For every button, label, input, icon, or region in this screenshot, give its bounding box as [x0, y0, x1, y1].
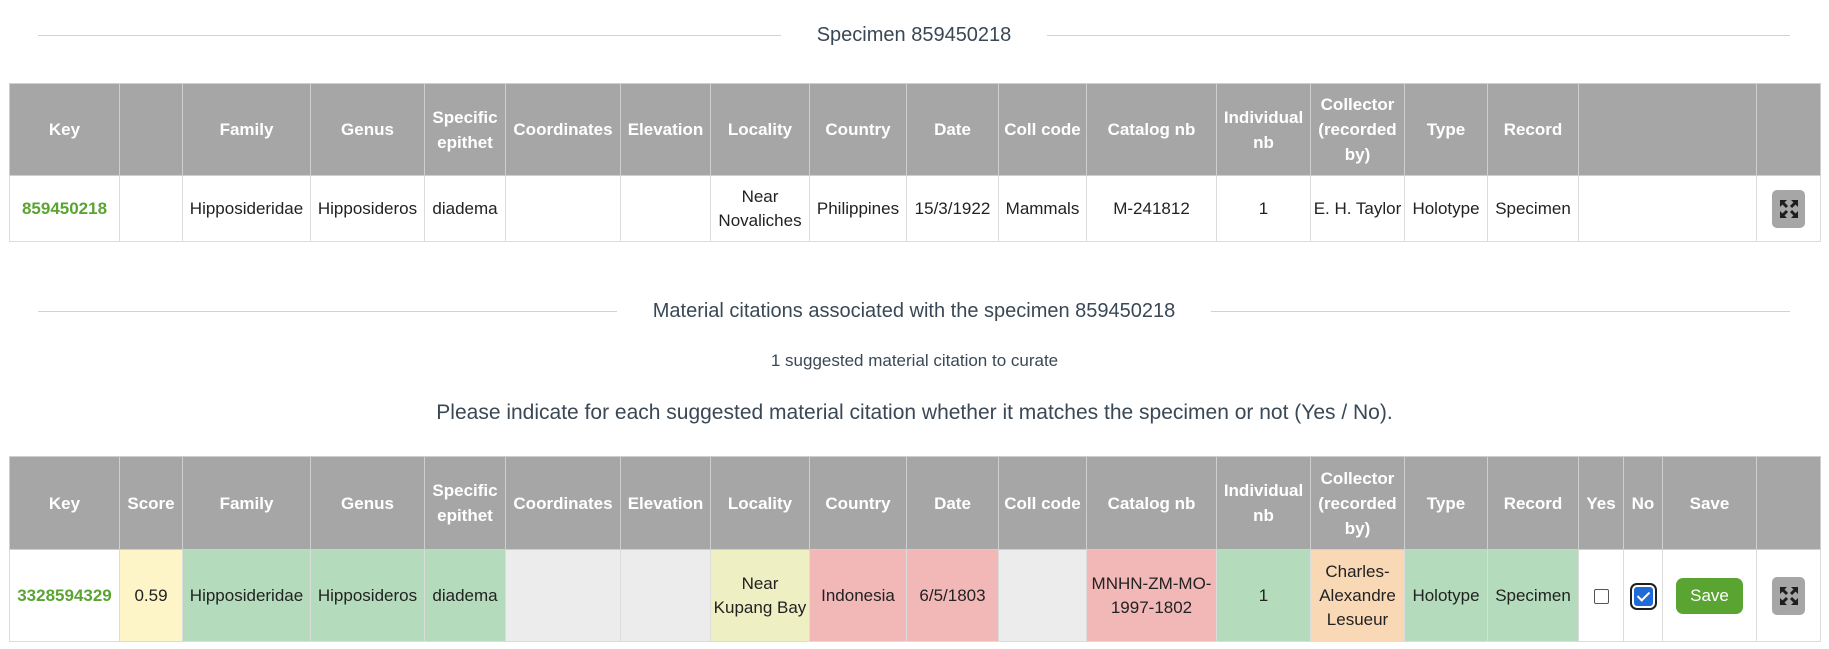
header-individual-nb[interactable]: Individual nb — [1216, 83, 1311, 176]
expand-arrows-icon — [1779, 586, 1798, 605]
header-empty — [1578, 83, 1757, 176]
header-score[interactable]: Score — [119, 456, 183, 550]
header-record[interactable]: Record — [1487, 456, 1579, 550]
cell-genus: Hipposideros — [310, 175, 425, 242]
citation-table: Key Score Family Genus Specific epithet … — [9, 456, 1821, 642]
header-coordinates[interactable]: Coordinates — [505, 83, 621, 176]
instruction-text: Please indicate for each suggested mater… — [436, 401, 1393, 424]
cell-actions — [1756, 175, 1821, 242]
citations-count-text: 1 suggested material citation to curate — [770, 351, 1059, 370]
header-coll-code[interactable]: Coll code — [998, 456, 1087, 550]
header-genus[interactable]: Genus — [310, 456, 425, 550]
no-checkbox[interactable] — [1633, 586, 1653, 606]
cell-blank — [119, 175, 183, 242]
header-collector[interactable]: Collector (recorded by) — [1310, 456, 1405, 550]
header-elevation[interactable]: Elevation — [620, 83, 711, 176]
cell-elevation — [620, 549, 711, 642]
header-specific-epithet[interactable]: Specific epithet — [424, 83, 506, 176]
cell-locality: Near Novaliches — [710, 175, 810, 242]
cell-date: 6/5/1803 — [906, 549, 999, 642]
cell-coll-code — [998, 549, 1087, 642]
cell-actions — [1756, 549, 1821, 642]
cell-coordinates — [505, 549, 621, 642]
table-row: 3328594329 0.59 Hipposideridae Hipposide… — [9, 549, 1821, 642]
expand-button[interactable] — [1772, 576, 1805, 615]
cell-record: Specimen — [1487, 549, 1579, 642]
header-save: Save — [1662, 456, 1757, 550]
header-yes: Yes — [1578, 456, 1624, 550]
cell-specific-epithet: diadema — [424, 175, 506, 242]
header-catalog-nb[interactable]: Catalog nb — [1086, 83, 1217, 176]
cell-record: Specimen — [1487, 175, 1579, 242]
specimen-key-link[interactable]: 859450218 — [9, 175, 120, 242]
header-family[interactable]: Family — [182, 83, 311, 176]
cell-family: Hipposideridae — [182, 549, 311, 642]
specimen-table: Key Family Genus Specific epithet Coordi… — [9, 83, 1821, 242]
header-locality[interactable]: Locality — [710, 83, 810, 176]
header-record[interactable]: Record — [1487, 83, 1579, 176]
cell-type: Holotype — [1404, 175, 1488, 242]
header-blank — [119, 83, 183, 176]
header-coll-code[interactable]: Coll code — [998, 83, 1087, 176]
cell-individual-nb: 1 — [1216, 175, 1311, 242]
header-collector[interactable]: Collector (recorded by) — [1310, 83, 1405, 176]
table-row: 859450218 Hipposideridae Hipposideros di… — [9, 175, 1821, 242]
cell-collector: Charles-Alexandre Lesueur — [1310, 549, 1405, 642]
yes-checkbox[interactable] — [1593, 588, 1609, 604]
cell-type: Holotype — [1404, 549, 1488, 642]
header-type[interactable]: Type — [1404, 83, 1488, 176]
header-catalog-nb[interactable]: Catalog nb — [1086, 456, 1217, 550]
cell-score: 0.59 — [119, 549, 183, 642]
cell-yes — [1578, 549, 1624, 642]
cell-catalog-nb: MNHN-ZM-MO-1997-1802 — [1086, 549, 1217, 642]
header-locality[interactable]: Locality — [710, 456, 810, 550]
header-no: No — [1623, 456, 1663, 550]
header-elevation[interactable]: Elevation — [620, 456, 711, 550]
divider-line — [1211, 311, 1790, 312]
table-header-row: Key Family Genus Specific epithet Coordi… — [9, 83, 1821, 176]
save-button[interactable]: Save — [1676, 577, 1743, 614]
divider-line — [1047, 35, 1791, 36]
cell-country: Philippines — [809, 175, 907, 242]
header-actions — [1756, 83, 1821, 176]
divider-line — [38, 35, 781, 36]
header-actions — [1756, 456, 1821, 550]
cell-family: Hipposideridae — [182, 175, 311, 242]
cell-specific-epithet: diadema — [424, 549, 506, 642]
header-coordinates[interactable]: Coordinates — [505, 456, 621, 550]
header-specific-epithet[interactable]: Specific epithet — [424, 456, 506, 550]
header-country[interactable]: Country — [809, 456, 907, 550]
header-family[interactable]: Family — [182, 456, 311, 550]
header-date[interactable]: Date — [906, 83, 999, 176]
cell-individual-nb: 1 — [1216, 549, 1311, 642]
header-type[interactable]: Type — [1404, 456, 1488, 550]
header-date[interactable]: Date — [906, 456, 999, 550]
cell-save: Save — [1662, 549, 1757, 642]
cell-country: Indonesia — [809, 549, 907, 642]
cell-collector: E. H. Taylor — [1310, 175, 1405, 242]
cell-date: 15/3/1922 — [906, 175, 999, 242]
expand-button[interactable] — [1772, 189, 1805, 228]
expand-arrows-icon — [1779, 199, 1798, 218]
cell-no — [1623, 549, 1663, 642]
header-genus[interactable]: Genus — [310, 83, 425, 176]
header-individual-nb[interactable]: Individual nb — [1216, 456, 1311, 550]
specimen-section-title: Specimen 859450218 — [816, 24, 1012, 46]
citations-section-header: Material citations associated with the s… — [38, 300, 1790, 323]
header-key[interactable]: Key — [9, 456, 120, 550]
cell-genus: Hipposideros — [310, 549, 425, 642]
citation-key-link[interactable]: 3328594329 — [9, 549, 120, 642]
cell-elevation — [620, 175, 711, 242]
cell-extra — [1578, 175, 1757, 242]
citations-section-title: Material citations associated with the s… — [652, 300, 1176, 322]
divider-line — [38, 311, 617, 312]
cell-coordinates — [505, 175, 621, 242]
header-country[interactable]: Country — [809, 83, 907, 176]
header-key[interactable]: Key — [9, 83, 120, 176]
cell-catalog-nb: M-241812 — [1086, 175, 1217, 242]
specimen-section-header: Specimen 859450218 — [38, 24, 1791, 47]
table-header-row: Key Score Family Genus Specific epithet … — [9, 456, 1821, 550]
cell-locality: Near Kupang Bay — [710, 549, 810, 642]
cell-coll-code: Mammals — [998, 175, 1087, 242]
